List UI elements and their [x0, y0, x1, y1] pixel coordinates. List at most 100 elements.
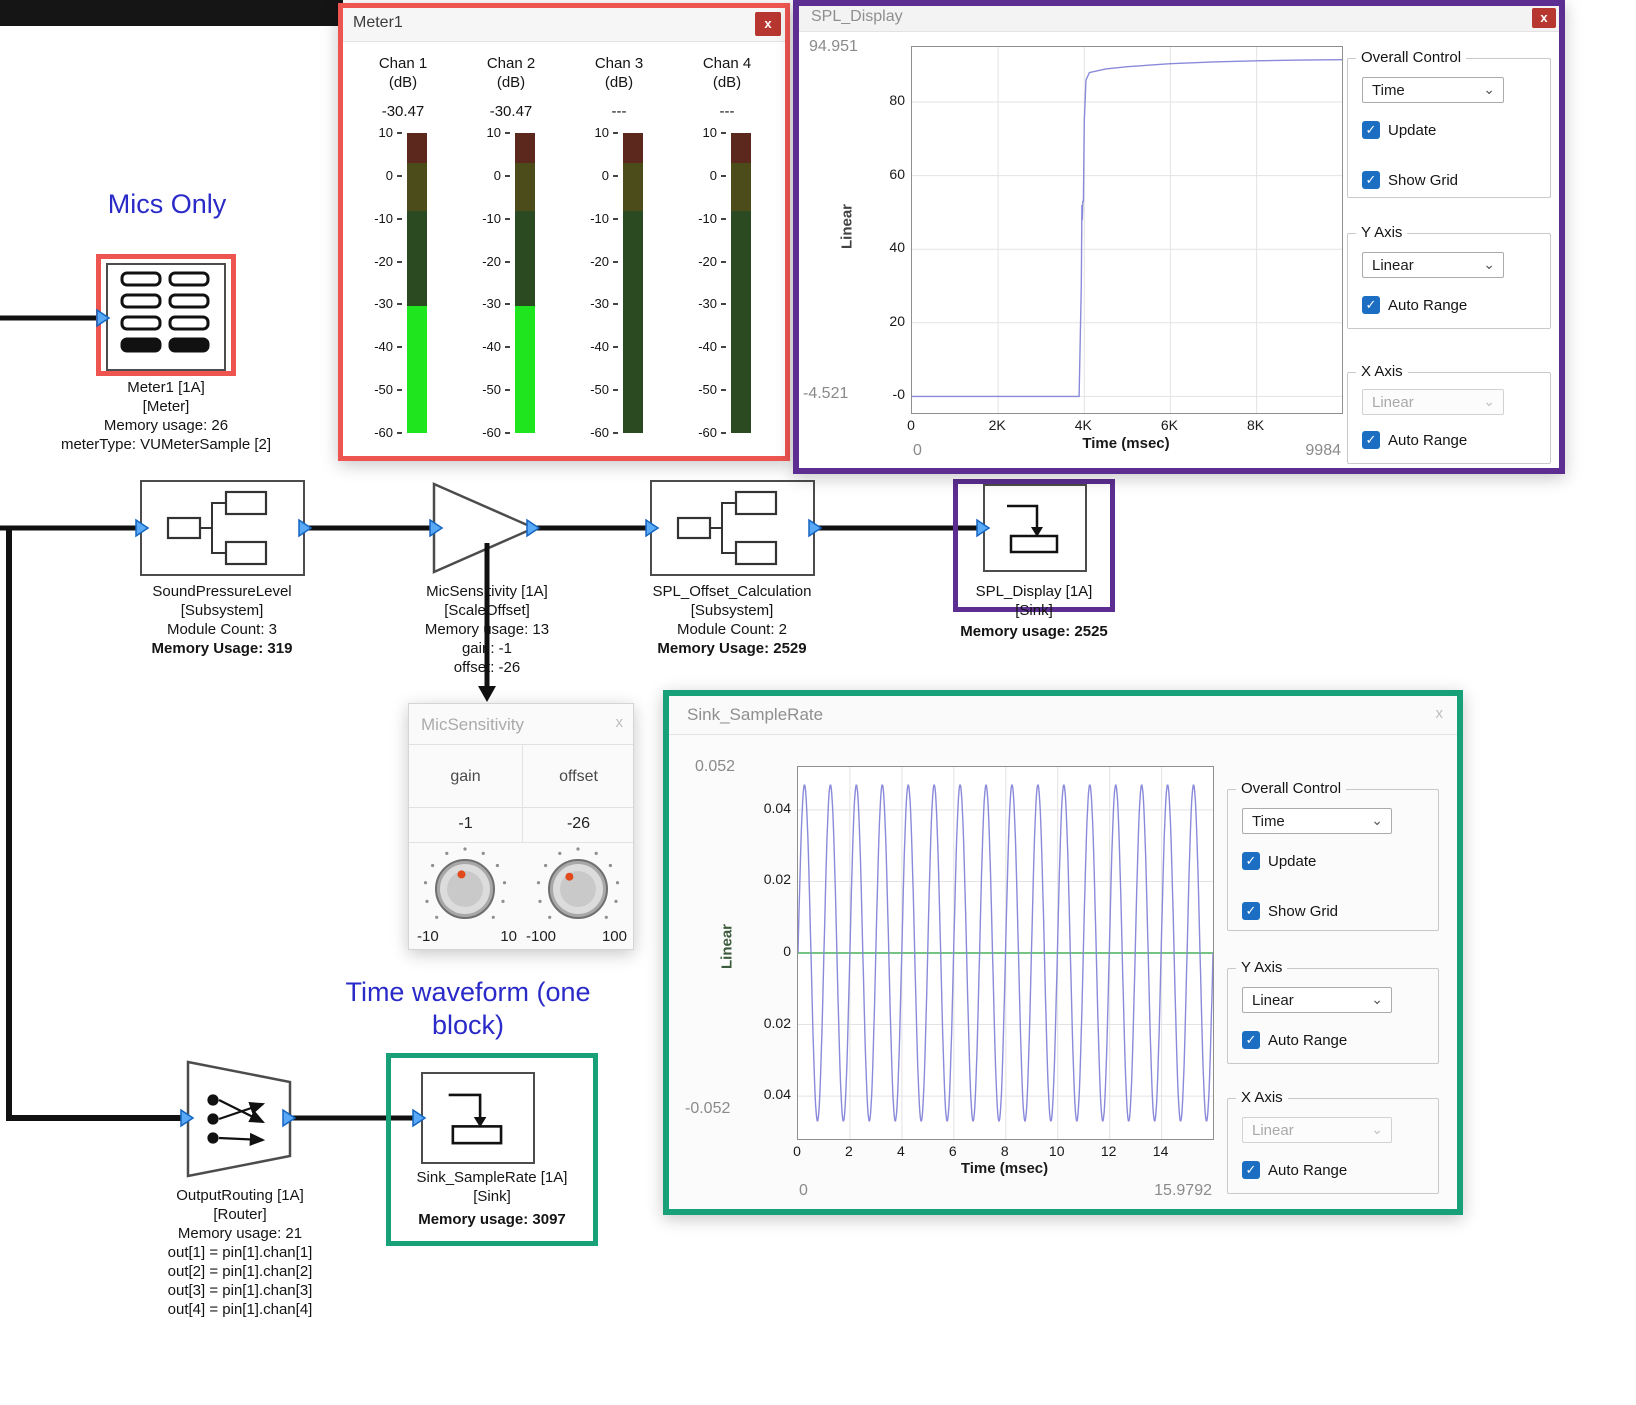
meter-scale-label: -60 — [567, 425, 609, 440]
sink-window-titlebar[interactable]: Sink_SampleRate x — [669, 696, 1457, 735]
input-pin — [430, 520, 442, 536]
meter-channel-name: Chan 2 — [459, 55, 563, 72]
spl-update-checkbox[interactable] — [1362, 121, 1380, 139]
sink-x-axis-dropdown[interactable]: Linear — [1242, 1117, 1392, 1143]
sink-y-axis-group: Y Axis Linear Auto Range — [1227, 968, 1439, 1064]
meter-scale-label: -10 — [459, 211, 501, 226]
spl-show-grid-checkbox[interactable] — [1362, 171, 1380, 189]
meter-scale-tick — [613, 346, 618, 348]
meter-bar-ch3 — [623, 133, 643, 433]
sink-xlabel: Time (msec) — [797, 1160, 1212, 1177]
meter-scale-tick — [505, 346, 510, 348]
spl-y-axis-dropdown[interactable]: Linear — [1362, 252, 1504, 278]
meter-bar-ch2 — [515, 133, 535, 433]
sink-plot-ytick: 0.04 — [749, 1086, 791, 1102]
spl-y-auto-range-label: Auto Range — [1388, 297, 1467, 314]
spl-x-axis-dropdown[interactable]: Linear — [1362, 389, 1504, 415]
spl-window-titlebar[interactable]: SPL_Display x — [799, 6, 1559, 32]
meter-scale-tick — [721, 432, 726, 434]
spl-plot-ytick: 60 — [863, 166, 905, 182]
meter-channel-name: Chan 1 — [351, 55, 455, 72]
sink-y-auto-range-checkbox[interactable] — [1242, 1031, 1260, 1049]
meter-scale-tick — [721, 389, 726, 391]
meter-channel-unit: (dB) — [567, 74, 671, 91]
sink-show-grid-checkbox[interactable] — [1242, 902, 1260, 920]
meter-scale-label: -50 — [351, 382, 393, 397]
sink-samplerate-window: Sink_SampleRate x 0.052 -0.052 0 15.9792… — [663, 690, 1463, 1215]
sink-x-axis-dropdown-value: Linear — [1252, 1122, 1294, 1139]
spl-show-grid-label: Show Grid — [1388, 172, 1458, 189]
spl-y-axis-label: Y Axis — [1356, 224, 1407, 241]
meter-scale: 100-10-20-30-40-50-60 — [459, 133, 563, 443]
meter-bar-ch4 — [731, 133, 751, 433]
sink-plot-xtick: 10 — [1035, 1143, 1079, 1159]
meter-scale-label: -10 — [675, 211, 717, 226]
sink-time-dropdown[interactable]: Time — [1242, 808, 1392, 834]
meter-scale-tick — [721, 346, 726, 348]
spl-plot-ytick: -0 — [863, 386, 905, 402]
spl-window-title: SPL_Display — [811, 8, 903, 26]
sink-ymax-readout: 0.052 — [695, 758, 735, 776]
knob-offset-header: offset — [522, 768, 635, 786]
meter-scale-tick — [721, 132, 726, 134]
meter-channel-value: -30.47 — [459, 103, 563, 120]
meter-scale-tick — [397, 389, 402, 391]
sink-overall-control-label: Overall Control — [1236, 780, 1346, 797]
chevron-down-icon — [1483, 252, 1495, 277]
sink-plot-xtick: 4 — [879, 1143, 923, 1159]
meter-red-zone — [731, 133, 751, 163]
knob-gain[interactable] — [417, 841, 513, 937]
meter-channel-unit: (dB) — [459, 74, 563, 91]
sink-window-title: Sink_SampleRate — [687, 705, 823, 725]
meter1-window: Meter1 x Chan 1(dB)-30.47100-10-20-30-40… — [338, 3, 790, 461]
sink-x-auto-range-checkbox[interactable] — [1242, 1161, 1260, 1179]
chevron-down-icon — [1483, 389, 1495, 414]
sink-plot-ytick: 0.02 — [749, 871, 791, 887]
close-icon[interactable]: x — [1436, 705, 1444, 722]
chevron-down-icon — [1371, 987, 1383, 1012]
spl-update-label: Update — [1388, 122, 1436, 139]
meter-scale-tick — [613, 261, 618, 263]
close-icon[interactable]: x — [616, 714, 624, 731]
sink-plot-xtick: 0 — [775, 1143, 819, 1159]
meter-scale-label: -10 — [567, 211, 609, 226]
meter-scale-tick — [397, 346, 402, 348]
spl-x-axis-label: X Axis — [1356, 363, 1408, 380]
meter-yellow-zone — [407, 163, 427, 211]
spl-time-dropdown-value: Time — [1372, 82, 1405, 99]
spl-y-axis-group: Y Axis Linear Auto Range — [1347, 233, 1551, 329]
meter-scale-tick — [613, 218, 618, 220]
meter-scale-label: 0 — [675, 168, 717, 183]
meter-channel-3: Chan 3(dB)---100-10-20-30-40-50-60 — [567, 53, 671, 453]
spl-y-auto-range-checkbox[interactable] — [1362, 296, 1380, 314]
sink-update-checkbox[interactable] — [1242, 852, 1260, 870]
spl-plot — [911, 46, 1343, 414]
spl-plot-xtick: 6K — [1147, 417, 1191, 433]
spl-plot-xtick: 2K — [975, 417, 1019, 433]
meter-scale-label: -20 — [675, 254, 717, 269]
chevron-down-icon — [1483, 77, 1495, 102]
meter-scale-tick — [613, 389, 618, 391]
spl-plot-xtick: 0 — [889, 417, 933, 433]
meter-scale-tick — [505, 303, 510, 305]
meter-scale-tick — [613, 303, 618, 305]
spl-display-window: SPL_Display x 94.951 -4.521 0 9984 Linea… — [793, 0, 1565, 474]
sink-x-auto-range-label: Auto Range — [1268, 1162, 1347, 1179]
spl-plot-ytick: 40 — [863, 239, 905, 255]
close-icon[interactable]: x — [755, 12, 781, 36]
meter-scale-label: -30 — [351, 296, 393, 311]
meter-channel-1: Chan 1(dB)-30.47100-10-20-30-40-50-60 — [351, 53, 455, 453]
knob-offset[interactable] — [530, 841, 626, 937]
meter1-window-title: Meter1 — [353, 14, 403, 32]
spl-plot-ytick: 80 — [863, 92, 905, 108]
app-canvas: Mics Only Time waveform (one block) Mete… — [0, 0, 1636, 1405]
sink-xmin-readout: 0 — [799, 1182, 808, 1200]
meter-scale-tick — [505, 218, 510, 220]
close-icon[interactable]: x — [1532, 8, 1556, 28]
output-pin — [283, 1110, 295, 1126]
meter1-window-titlebar[interactable]: Meter1 x — [343, 8, 785, 42]
meter-channel-value: --- — [675, 103, 779, 120]
sink-y-axis-dropdown[interactable]: Linear — [1242, 987, 1392, 1013]
spl-time-dropdown[interactable]: Time — [1362, 77, 1504, 103]
spl-x-auto-range-checkbox[interactable] — [1362, 431, 1380, 449]
